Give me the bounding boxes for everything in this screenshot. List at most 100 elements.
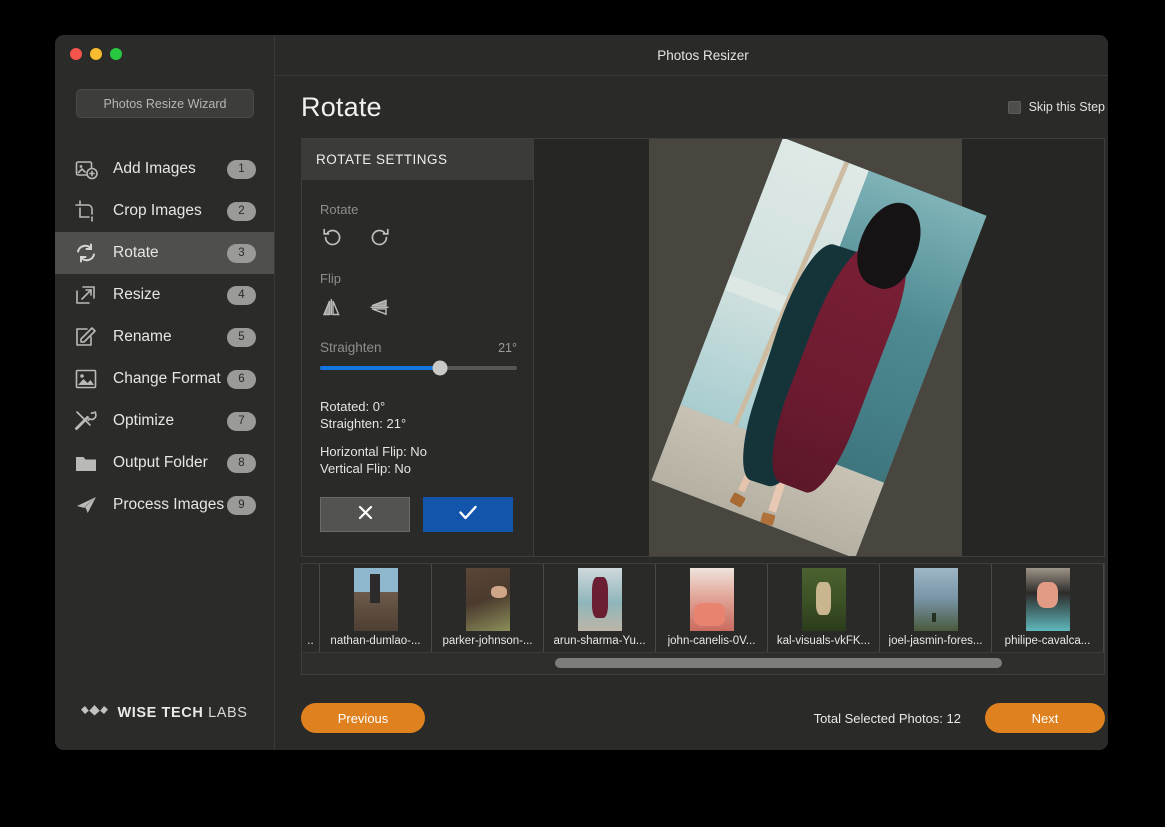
straighten-slider[interactable] xyxy=(320,360,517,376)
app-title: Photos Resizer xyxy=(657,47,749,63)
settings-panel-title: ROTATE SETTINGS xyxy=(316,152,448,167)
image-preview-area[interactable] xyxy=(534,139,1104,556)
rotate-status-block: Rotated: 0° Straighten: 21° Horizontal F… xyxy=(320,398,517,478)
folder-icon xyxy=(73,450,99,476)
page-header: Rotate Skip this Step xyxy=(275,76,1108,138)
thumbnail-image xyxy=(465,568,510,631)
thumbnail-filename: .. xyxy=(307,635,314,647)
settings-action-row xyxy=(320,496,517,532)
brand-light: LABS xyxy=(208,704,248,721)
sidebar-item-badge: 3 xyxy=(227,243,256,263)
close-button[interactable] xyxy=(70,48,82,60)
rotate-clockwise-button[interactable] xyxy=(367,227,391,251)
list-item[interactable]: parker-johnson-... xyxy=(432,564,544,652)
list-item[interactable]: .. xyxy=(302,564,320,652)
sidebar-item-label: Output Folder xyxy=(113,454,208,471)
sidebar-item-change-format[interactable]: Change Format 6 xyxy=(55,358,274,400)
flip-vertical-icon xyxy=(369,297,390,320)
status-straighten: Straighten: 21° xyxy=(320,416,407,432)
rotate-settings-panel: ROTATE SETTINGS Rotate Flip Straighten 2… xyxy=(302,139,534,556)
sidebar-item-label: Crop Images xyxy=(113,202,202,219)
sidebar-item-label: Optimize xyxy=(113,412,175,429)
flip-section-label: Flip xyxy=(320,271,341,286)
thumbnail-strip: .. nathan-dumlao-... parker-johnson-... … xyxy=(301,563,1105,675)
sidebar-item-crop-images[interactable]: Crop Images 2 xyxy=(55,190,274,232)
rotate-counterclockwise-button[interactable] xyxy=(320,227,344,251)
flip-horizontal-button[interactable] xyxy=(320,296,344,320)
photos-resize-wizard-button[interactable]: Photos Resize Wizard xyxy=(76,89,254,118)
thumbnail-filename: nathan-dumlao-... xyxy=(330,635,421,647)
sidebar-item-badge: 5 xyxy=(227,327,256,347)
settings-panel-header: ROTATE SETTINGS xyxy=(302,139,533,180)
sidebar-item-badge: 6 xyxy=(227,369,256,389)
add-images-icon xyxy=(73,156,99,182)
straighten-header: Straighten 21° xyxy=(320,340,517,355)
sidebar-item-badge: 4 xyxy=(227,285,256,305)
rotate-buttons-row xyxy=(320,227,517,251)
slider-thumb[interactable] xyxy=(432,360,448,376)
brand-bold: WISE TECH xyxy=(117,704,204,721)
editor-row: ROTATE SETTINGS Rotate Flip Straighten 2… xyxy=(301,138,1105,557)
thumbnail-filename: kal-visuals-vkFK... xyxy=(776,635,871,647)
sidebar-item-resize[interactable]: Resize 4 xyxy=(55,274,274,316)
sidebar-item-add-images[interactable]: Add Images 1 xyxy=(55,148,274,190)
next-button-label: Next xyxy=(1031,710,1059,726)
straighten-label: Straighten xyxy=(320,340,382,355)
sidebar-item-process-images[interactable]: Process Images 9 xyxy=(55,484,274,526)
sidebar-item-label: Add Images xyxy=(113,160,196,177)
zoom-button[interactable] xyxy=(110,48,122,60)
rotate-section-label: Rotate xyxy=(320,202,359,217)
brand-wordmark: WISE TECH LABS xyxy=(117,705,247,721)
slider-fill xyxy=(320,366,441,370)
sidebar-item-label: Resize xyxy=(113,286,161,303)
next-button[interactable]: Next xyxy=(985,703,1105,733)
app-window: Photos Resize Wizard Add Images 1 Crop I… xyxy=(55,35,1108,750)
thumbnail-image xyxy=(801,568,846,631)
scrollbar-thumb[interactable] xyxy=(555,658,1002,668)
list-item[interactable]: joel-jasmin-fores... xyxy=(880,564,992,652)
thumbnail-image xyxy=(689,568,734,631)
settings-panel-body: Rotate Flip Straighten 21° Rotated: 0° S… xyxy=(302,180,533,556)
sidebar-item-rename[interactable]: Rename 5 xyxy=(55,316,274,358)
wizard-button-label: Photos Resize Wizard xyxy=(103,96,227,111)
thumbnail-scrollbar[interactable] xyxy=(302,653,1104,674)
footer-bar: Previous Total Selected Photos: 12 Next xyxy=(275,686,1108,750)
list-item[interactable]: john-canelis-0V... xyxy=(656,564,768,652)
skip-this-step-checkbox[interactable]: Skip this Step xyxy=(1007,100,1105,114)
list-item[interactable]: nathan-dumlao-... xyxy=(320,564,432,652)
sidebar-item-badge: 7 xyxy=(227,411,256,431)
sidebar-item-optimize[interactable]: Optimize 7 xyxy=(55,400,274,442)
sidebar-nav: Add Images 1 Crop Images 2 Rotate 3 Resi… xyxy=(55,148,274,526)
previous-button[interactable]: Previous xyxy=(301,703,425,733)
checkbox-box[interactable] xyxy=(1007,100,1021,114)
wise-tech-labs-logo xyxy=(81,701,109,724)
minimize-button[interactable] xyxy=(90,48,102,60)
flip-vertical-button[interactable] xyxy=(367,296,391,320)
sidebar-item-badge: 9 xyxy=(227,495,256,515)
list-item[interactable]: arun-sharma-Yu... xyxy=(544,564,656,652)
status-horizontal-flip: Horizontal Flip: No xyxy=(320,444,427,460)
flip-buttons-row xyxy=(320,296,517,320)
tools-icon xyxy=(73,408,99,434)
list-item[interactable]: kal-visuals-vkFK... xyxy=(768,564,880,652)
sidebar-item-label: Process Images xyxy=(113,496,225,513)
sidebar-item-badge: 2 xyxy=(227,201,256,221)
page-title: Rotate xyxy=(301,91,382,122)
sidebar-item-output-folder[interactable]: Output Folder 8 xyxy=(55,442,274,484)
apply-button[interactable] xyxy=(423,496,513,532)
status-rotated: Rotated: 0° xyxy=(320,399,386,414)
straighten-value: 21° xyxy=(498,341,517,355)
workspace: ROTATE SETTINGS Rotate Flip Straighten 2… xyxy=(301,138,1105,686)
total-selected-photos: Total Selected Photos: 12 xyxy=(813,710,961,726)
sidebar-item-label: Rotate xyxy=(113,244,159,261)
sidebar-item-label: Rename xyxy=(113,328,172,345)
cancel-button[interactable] xyxy=(320,496,410,532)
thumbnail-image xyxy=(577,568,622,631)
status-vertical-flip: Vertical Flip: No xyxy=(320,461,412,477)
close-x-icon xyxy=(357,504,374,524)
flip-horizontal-icon xyxy=(322,297,343,320)
image-format-icon xyxy=(73,366,99,392)
list-item[interactable]: philipe-cavalca... xyxy=(992,564,1104,652)
sidebar-item-rotate[interactable]: Rotate 3 xyxy=(55,232,274,274)
sidebar-item-badge: 8 xyxy=(227,453,256,473)
